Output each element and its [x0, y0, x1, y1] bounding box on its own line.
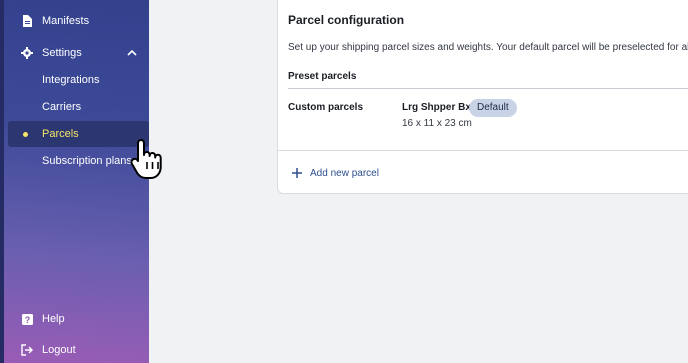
chevron-up-icon[interactable] [127, 48, 137, 60]
section-heading-preset-parcels: Preset parcels [288, 71, 357, 82]
sidebar-item-label: Settings [42, 47, 82, 59]
sidebar-item-help[interactable]: ? Help [8, 306, 149, 332]
document-icon [20, 14, 34, 28]
sidebar-item-label: Help [42, 313, 65, 325]
help-icon: ? [20, 312, 34, 326]
sidebar-item-label: Manifests [42, 15, 90, 27]
sidebar-item-label: Logout [42, 344, 76, 356]
default-badge: Default [469, 99, 517, 117]
sidebar-item-carriers[interactable]: Carriers [8, 94, 149, 120]
sidebar-item-label: Integrations [42, 74, 100, 86]
hand-cursor-icon [130, 139, 162, 179]
sidebar-item-manifests[interactable]: Manifests [8, 8, 149, 34]
card-description: Set up your shipping parcel sizes and we… [288, 42, 688, 53]
sidebar-item-logout[interactable]: Logout [8, 337, 149, 363]
sidebar-item-label: Parcels [42, 128, 79, 140]
parcel-name[interactable]: Lrg Shpper Bx [402, 102, 471, 113]
active-indicator-dot [23, 132, 28, 137]
add-new-parcel-button[interactable]: Add new parcel [292, 164, 379, 182]
add-new-parcel-label: Add new parcel [310, 167, 379, 179]
gear-icon [20, 46, 34, 60]
divider [288, 88, 688, 89]
divider [278, 150, 688, 151]
sidebar: Manifests Settings Integrations Carriers… [0, 0, 162, 363]
plus-icon [292, 168, 302, 178]
sidebar-item-integrations[interactable]: Integrations [8, 67, 149, 93]
parcel-configuration-card: Parcel configuration Set up your shippin… [277, 0, 688, 194]
parcel-dimensions: 16 x 11 x 23 cm [402, 118, 472, 129]
sidebar-item-label: Carriers [42, 101, 82, 113]
sidebar-item-label: Subscription plans [42, 155, 132, 167]
sidebar-item-settings[interactable]: Settings [8, 40, 149, 66]
logout-icon [20, 343, 34, 357]
card-title: Parcel configuration [288, 13, 405, 27]
svg-text:?: ? [24, 315, 30, 325]
custom-parcels-label: Custom parcels [288, 102, 364, 113]
